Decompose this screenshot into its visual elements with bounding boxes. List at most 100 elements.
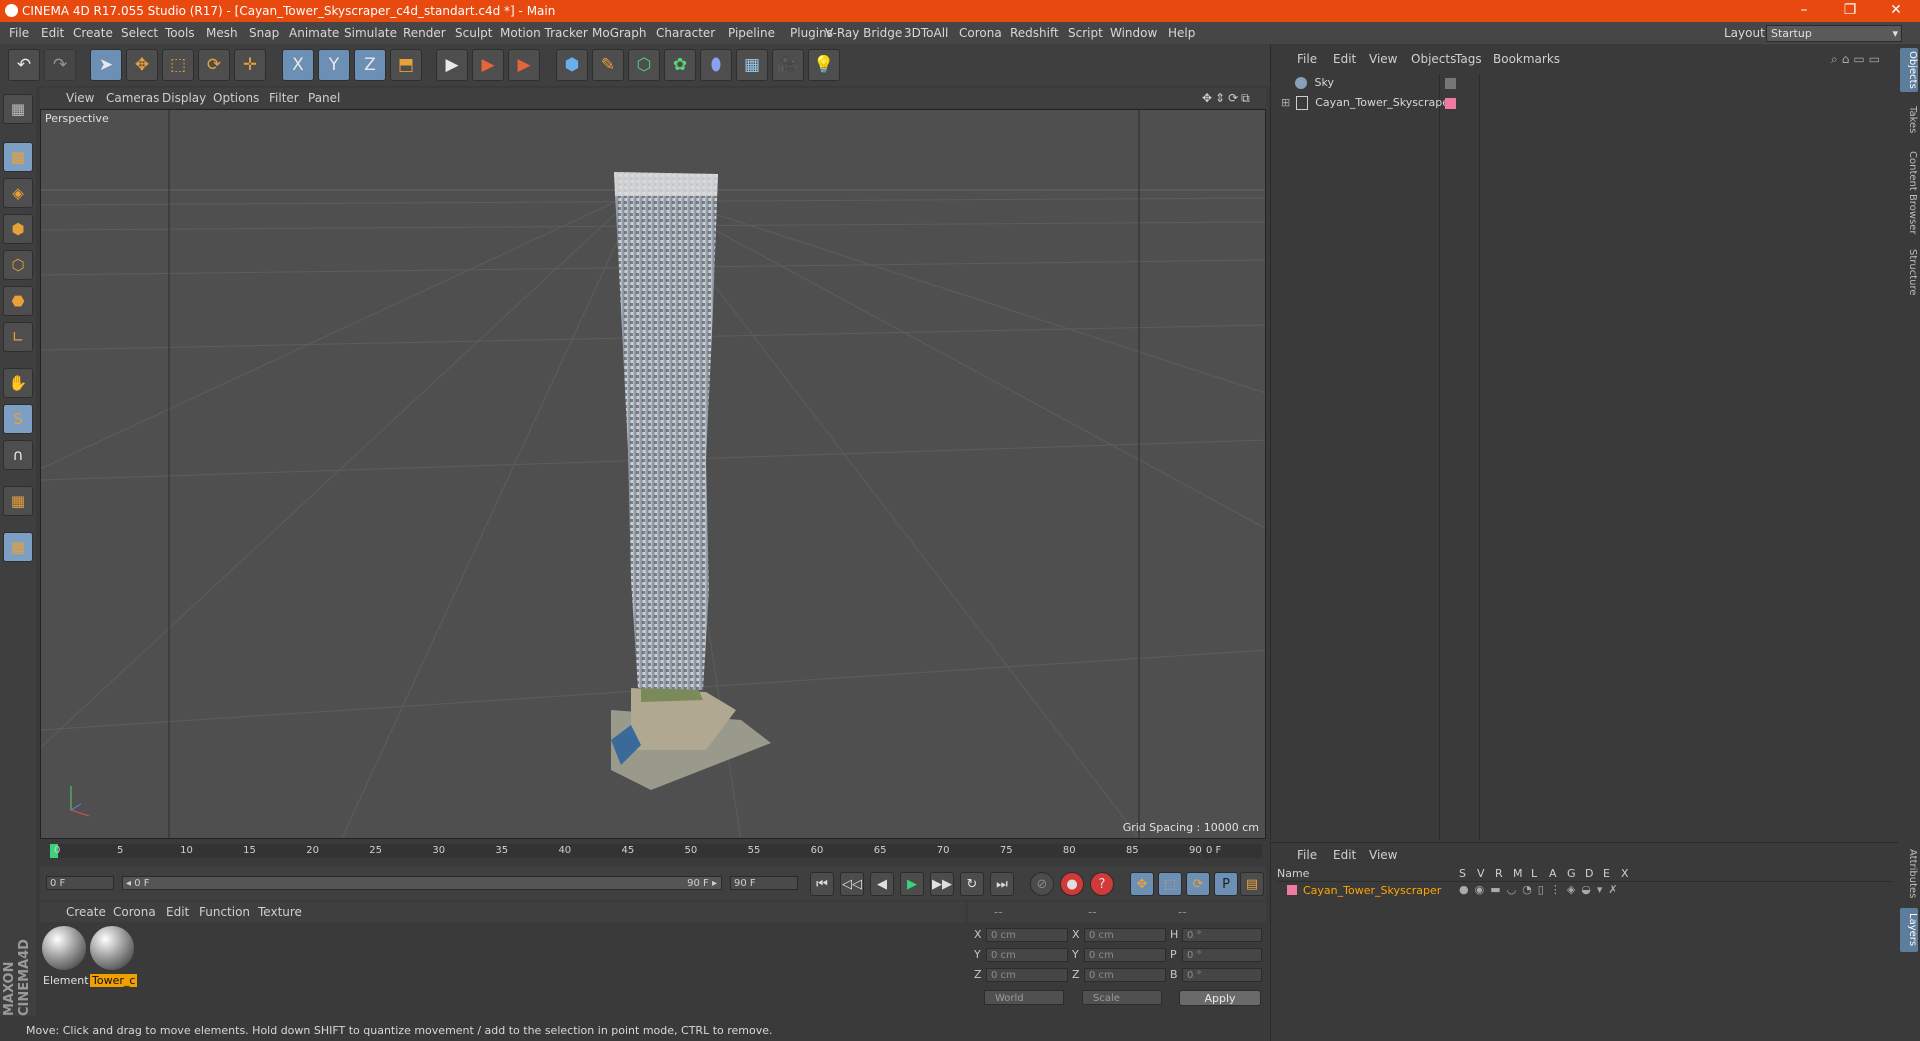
size-z-field[interactable]: 0 cm <box>1084 968 1166 982</box>
polygons-mode-button[interactable]: ∟ <box>3 322 33 352</box>
layer-color-tag[interactable] <box>1445 98 1456 109</box>
om-menu-view[interactable]: View <box>1369 52 1397 66</box>
pos-x-field[interactable]: 0 cm <box>986 928 1068 942</box>
move-button[interactable]: ✥ <box>126 49 158 81</box>
camera-button[interactable]: 🎥 <box>772 49 804 81</box>
texture-mode-button[interactable]: ◈ <box>3 178 33 208</box>
start-frame-field[interactable]: 0 F <box>46 876 114 890</box>
play-button[interactable]: ▶ <box>900 872 924 896</box>
menu-animate[interactable]: Animate <box>289 26 339 40</box>
workplane-mode-button[interactable]: ⬢ <box>3 214 33 244</box>
snap-button[interactable]: ▦ <box>3 486 33 516</box>
layer-row[interactable]: Cayan_Tower_Skyscraper ●◉▬◡◔▯⋮◈◒▾✗ <box>1277 883 1893 899</box>
pen-spline-button[interactable]: ✎ <box>592 49 624 81</box>
menu-mograph[interactable]: MoGraph <box>592 26 647 40</box>
size-x-field[interactable]: 0 cm <box>1084 928 1166 942</box>
add-cube-button[interactable]: ⬢ <box>556 49 588 81</box>
record-keys-button[interactable]: ● <box>1060 872 1084 896</box>
menu-render[interactable]: Render <box>403 26 446 40</box>
render-picture-viewer-button[interactable]: ▶ <box>472 49 504 81</box>
tab-structure[interactable]: Structure <box>1900 244 1918 300</box>
menu-redshift[interactable]: Redshift <box>1010 26 1059 40</box>
y-axis-button[interactable]: Y <box>318 49 350 81</box>
menu-motion-tracker[interactable]: Motion Tracker <box>500 26 588 40</box>
floor-button[interactable]: ▦ <box>736 49 768 81</box>
viewport-menu-cameras[interactable]: Cameras <box>106 91 159 105</box>
solo-button[interactable]: ∩ <box>3 440 33 470</box>
menu-create[interactable]: Create <box>73 26 113 40</box>
key-rotation-button[interactable]: ⟳ <box>1186 872 1210 896</box>
points-mode-button[interactable]: ⬡ <box>3 250 33 280</box>
motion-record-button[interactable]: ⊘ <box>1030 872 1054 896</box>
coordinate-system-button[interactable]: ⬒ <box>390 49 422 81</box>
previous-key-button[interactable]: ◁◁ <box>840 872 864 896</box>
lm-menu-file[interactable]: File <box>1297 848 1317 862</box>
coord-space-dropdown[interactable]: World <box>984 990 1064 1005</box>
viewport-navigation-icons[interactable]: ✥⇕⟳⧉ <box>1202 91 1253 106</box>
menu-pipeline[interactable]: Pipeline <box>728 26 775 40</box>
key-position-button[interactable]: ✥ <box>1130 872 1154 896</box>
tab-takes[interactable]: Takes <box>1900 102 1918 138</box>
menu-character[interactable]: Character <box>656 26 715 40</box>
om-menu-tags[interactable]: Tags <box>1455 52 1482 66</box>
rot-p-field[interactable]: 0 ° <box>1182 948 1262 962</box>
menu-edit[interactable]: Edit <box>41 26 64 40</box>
tab-attributes[interactable]: Attributes <box>1900 844 1918 904</box>
layer-color-swatch[interactable] <box>1287 885 1297 895</box>
material-menu-edit[interactable]: Edit <box>166 905 189 919</box>
menu-help[interactable]: Help <box>1168 26 1195 40</box>
key-scale-button[interactable]: ⬚ <box>1158 872 1182 896</box>
object-row-cayan-tower[interactable]: ⊞ Cayan_Tower_Skyscraper <box>1281 96 1454 114</box>
live-selection-button[interactable]: ➤ <box>90 49 122 81</box>
tab-layers[interactable]: Layers <box>1900 908 1918 952</box>
go-to-end-button[interactable]: ⏭ <box>990 872 1014 896</box>
model-mode-button[interactable]: ▩ <box>3 142 33 172</box>
viewport-menu-filter[interactable]: Filter <box>269 91 299 105</box>
layout-select[interactable]: Startup ▾ <box>1766 25 1902 42</box>
z-axis-button[interactable]: Z <box>354 49 386 81</box>
autokey-button[interactable]: ? <box>1090 872 1114 896</box>
x-axis-button[interactable]: X <box>282 49 314 81</box>
viewport-menu-panel[interactable]: Panel <box>308 91 340 105</box>
loop-button[interactable]: ↻ <box>960 872 984 896</box>
size-y-field[interactable]: 0 cm <box>1084 948 1166 962</box>
render-view-button[interactable]: ▶ <box>436 49 468 81</box>
menu-tools[interactable]: Tools <box>165 26 195 40</box>
om-search-home-icons[interactable]: ⌕⌂▭▭ <box>1831 52 1884 67</box>
menu-script[interactable]: Script <box>1068 26 1103 40</box>
key-param-button[interactable]: P <box>1214 872 1238 896</box>
pos-z-field[interactable]: 0 cm <box>986 968 1068 982</box>
menu-window[interactable]: Window <box>1110 26 1157 40</box>
om-menu-bookmarks[interactable]: Bookmarks <box>1493 52 1560 66</box>
object-row-sky[interactable]: Sky <box>1281 76 1334 94</box>
redo-button[interactable]: ↷ <box>44 49 76 81</box>
transform-button[interactable]: ✛ <box>234 49 266 81</box>
rot-h-field[interactable]: 0 ° <box>1182 928 1262 942</box>
end-frame-field[interactable]: 90 F <box>730 876 798 890</box>
play-backward-button[interactable]: ◀ <box>870 872 894 896</box>
go-to-start-button[interactable]: ⏮ <box>810 872 834 896</box>
scale-button[interactable]: ⬚ <box>162 49 194 81</box>
next-key-button[interactable]: ▶▶ <box>930 872 954 896</box>
menu-sculpt[interactable]: Sculpt <box>455 26 492 40</box>
timeline-ruler[interactable]: 0 F 0 5 10 15 20 25 30 35 40 45 50 55 60 65 70 75 80 85 90 <box>40 840 1266 864</box>
undo-button[interactable]: ↶ <box>8 49 40 81</box>
viewport-menu-options[interactable]: Options <box>213 91 259 105</box>
lm-menu-view[interactable]: View <box>1369 848 1397 862</box>
layer-toggle-icons[interactable]: ●◉▬◡◔▯⋮◈◒▾✗ <box>1459 883 1624 896</box>
om-menu-edit[interactable]: Edit <box>1333 52 1356 66</box>
restore-button[interactable]: ❐ <box>1830 2 1870 18</box>
edges-mode-button[interactable]: ⬣ <box>3 286 33 316</box>
cloner-button[interactable]: ✿ <box>664 49 696 81</box>
perspective-viewport[interactable]: Perspective Grid Spacing : 10000 cm <box>40 109 1266 839</box>
sky-tag-icon[interactable] <box>1445 78 1456 89</box>
tweak-mode-button[interactable]: S <box>3 404 33 434</box>
axis-mode-button[interactable]: ✋ <box>3 368 33 398</box>
menu-file[interactable]: File <box>9 26 29 40</box>
minimize-button[interactable]: – <box>1784 2 1824 18</box>
menu-simulate[interactable]: Simulate <box>344 26 397 40</box>
menu-3dtoall[interactable]: 3DToAll <box>904 26 948 40</box>
light-button[interactable]: 💡 <box>808 49 840 81</box>
locked-workplane-button[interactable]: ▦ <box>3 532 33 562</box>
material-element[interactable] <box>42 926 86 970</box>
